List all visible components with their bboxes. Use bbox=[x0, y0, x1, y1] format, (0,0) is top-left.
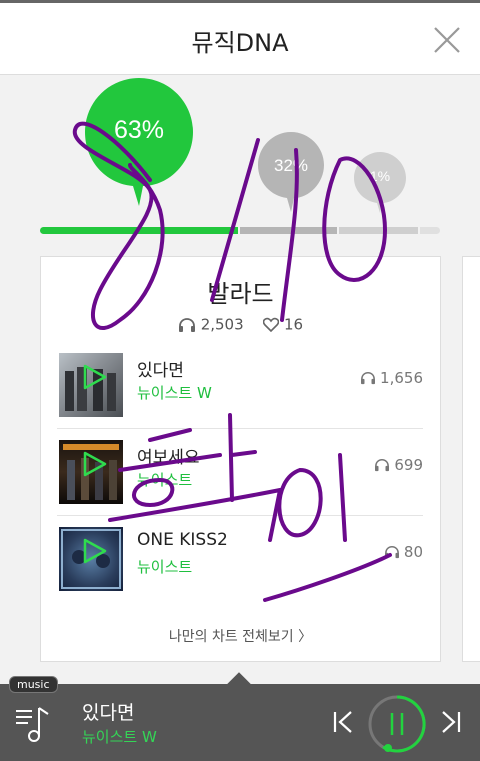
dna-percent-secondary: 32% bbox=[273, 156, 309, 175]
genre-title: 발라드 bbox=[207, 280, 274, 308]
dna-bar-secondary bbox=[240, 227, 337, 234]
headphones-icon bbox=[178, 317, 195, 332]
song-title: 있다면 bbox=[137, 361, 184, 381]
dna-bar-primary bbox=[40, 227, 238, 234]
like-count: 16 bbox=[283, 315, 304, 334]
song-play-count: 1,656 bbox=[360, 369, 423, 387]
page-title: 뮤직DNA bbox=[191, 29, 289, 57]
genre-stats: 2,503 16 bbox=[41, 315, 440, 334]
mini-player: music 있다면 뉴이스트 W bbox=[0, 676, 480, 761]
play-count-value: 1,656 bbox=[380, 369, 423, 387]
play-count-value: 80 bbox=[403, 543, 423, 561]
song-artist[interactable]: 뉴이스트 bbox=[137, 556, 192, 577]
close-icon[interactable] bbox=[432, 25, 462, 55]
song-row[interactable]: 있다면 뉴이스트 W 1,656 bbox=[57, 342, 423, 428]
previous-icon[interactable] bbox=[332, 710, 354, 734]
headphones-icon bbox=[375, 458, 390, 472]
song-play-count: 699 bbox=[374, 456, 423, 474]
listen-count: 2,503 bbox=[200, 315, 244, 334]
genre-card[interactable]: 발라드 2,503 16 있다면 뉴이스트 W 1,656 여보세요 뉴이스트 … bbox=[40, 256, 441, 662]
headphones-icon bbox=[384, 545, 399, 559]
dna-percent-primary: 63% bbox=[113, 116, 165, 144]
song-title: ONE KISS2 bbox=[137, 530, 228, 550]
bubble-shape bbox=[85, 78, 193, 206]
song-row[interactable]: 여보세요 뉴이스트 699 bbox=[57, 429, 423, 515]
play-icon[interactable] bbox=[79, 449, 109, 479]
song-play-count: 80 bbox=[384, 543, 423, 561]
pause-button[interactable] bbox=[366, 693, 428, 755]
playlist-icon[interactable] bbox=[14, 704, 54, 744]
play-icon[interactable] bbox=[79, 536, 109, 566]
dna-bubble-primary[interactable]: 63% bbox=[83, 76, 195, 216]
dna-percent-tertiary: 1% bbox=[369, 168, 391, 184]
play-icon[interactable] bbox=[79, 362, 109, 392]
music-tag: music bbox=[9, 676, 58, 693]
song-artist[interactable]: 뉴이스트 bbox=[137, 469, 192, 490]
view-full-chart-link[interactable]: 나만의 차트 전체보기 〉 bbox=[41, 626, 440, 646]
dna-bubble-tertiary[interactable]: 1% bbox=[352, 150, 408, 215]
song-title: 여보세요 bbox=[137, 448, 200, 468]
song-artist[interactable]: 뉴이스트 W bbox=[137, 382, 212, 403]
play-count-value: 699 bbox=[394, 456, 423, 474]
dna-bar-rest bbox=[420, 227, 440, 234]
next-genre-card[interactable] bbox=[462, 256, 480, 662]
next-icon[interactable] bbox=[440, 710, 462, 734]
header: 뮤직DNA bbox=[0, 3, 480, 75]
song-row[interactable]: ONE KISS2 뉴이스트 80 bbox=[57, 516, 423, 602]
now-playing-artist[interactable]: 뉴이스트 W bbox=[82, 726, 157, 747]
dna-bubble-secondary[interactable]: 32% bbox=[256, 130, 326, 215]
headphones-icon bbox=[361, 371, 376, 385]
heart-icon[interactable] bbox=[262, 317, 280, 333]
dna-bar-tertiary bbox=[339, 227, 418, 234]
now-playing-title[interactable]: 있다면 bbox=[82, 698, 134, 725]
